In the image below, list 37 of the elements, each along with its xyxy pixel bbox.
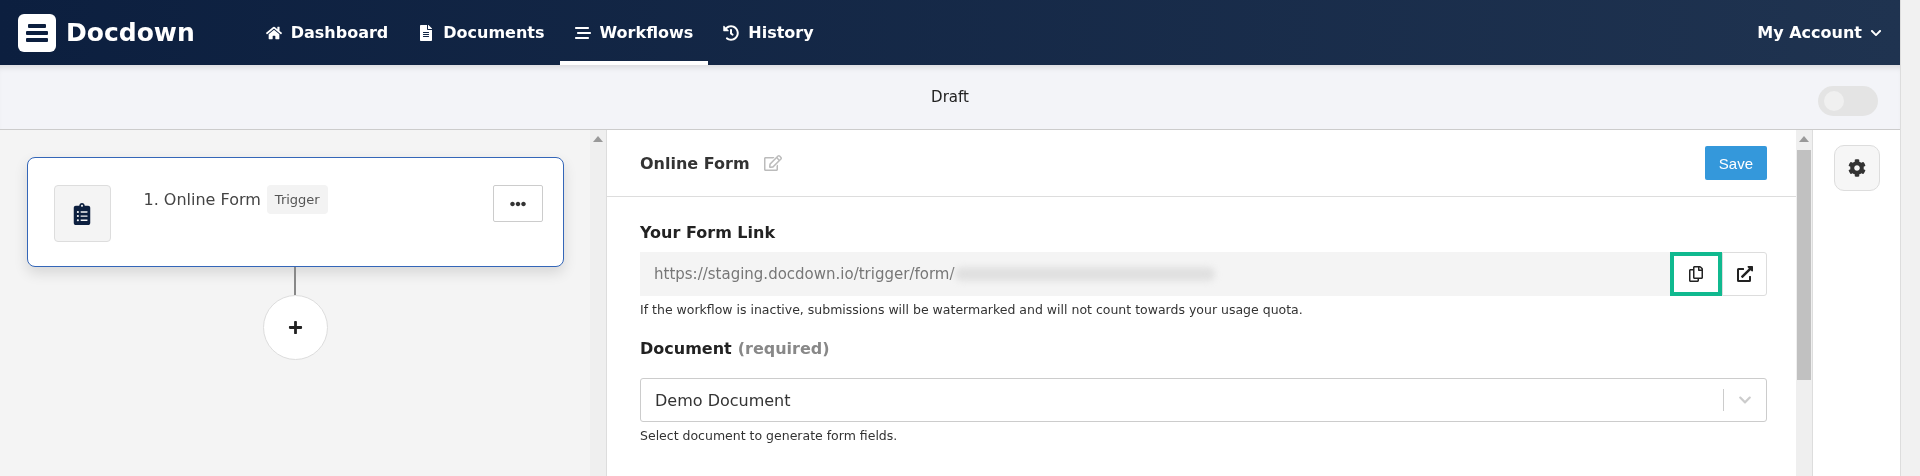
home-icon bbox=[265, 24, 282, 41]
panel-title: Online Form bbox=[640, 153, 750, 173]
nav-link[interactable]: History bbox=[708, 0, 829, 65]
clipboard-icon bbox=[53, 185, 111, 242]
step-title: 1. Online Form bbox=[143, 190, 261, 209]
help-text: If the workflow is inactive, submissions will be watermarked and will not count towards your usage quota. bbox=[640, 302, 1304, 317]
menu-icon bbox=[574, 24, 591, 41]
nav-link[interactable]: Documents bbox=[403, 0, 560, 65]
edit-icon[interactable] bbox=[763, 154, 782, 172]
external-link-icon bbox=[1736, 266, 1753, 282]
more-button[interactable] bbox=[492, 185, 543, 222]
field-label: Your Form Link bbox=[640, 223, 777, 242]
logo-icon bbox=[18, 13, 56, 52]
settings-button[interactable] bbox=[1833, 145, 1880, 191]
page-scrollbar[interactable] bbox=[1900, 0, 1920, 476]
account-menu[interactable]: My Account bbox=[1757, 23, 1882, 42]
plus-icon bbox=[287, 320, 303, 335]
trigger-badge: Trigger bbox=[266, 185, 328, 214]
select-value: Demo Document bbox=[655, 390, 792, 410]
open-link-button[interactable] bbox=[1722, 252, 1767, 296]
help-text: Select document to generate form fields. bbox=[640, 428, 899, 443]
scrollbar[interactable] bbox=[590, 130, 606, 476]
link-field[interactable]: https://staging.docdown.io/trigger/form/ bbox=[640, 252, 1670, 296]
file-icon bbox=[418, 24, 435, 41]
app-name: Docdown bbox=[66, 18, 195, 47]
copy-button[interactable] bbox=[1670, 252, 1722, 296]
step-card[interactable]: 1. Online Form Trigger bbox=[26, 157, 564, 267]
link-text: https://staging.docdown.io/trigger/form/ bbox=[654, 265, 955, 283]
settings-icon bbox=[1847, 159, 1866, 177]
field-label: Document bbox=[640, 339, 732, 358]
history-icon bbox=[723, 24, 740, 41]
scrollbar[interactable] bbox=[1796, 130, 1812, 476]
copy-icon bbox=[1688, 266, 1704, 282]
required-note: (required) bbox=[737, 339, 830, 360]
status-label: Draft bbox=[931, 88, 969, 106]
document-select[interactable]: Demo Document bbox=[640, 378, 1767, 422]
nav-link[interactable]: Dashboard bbox=[250, 0, 404, 65]
